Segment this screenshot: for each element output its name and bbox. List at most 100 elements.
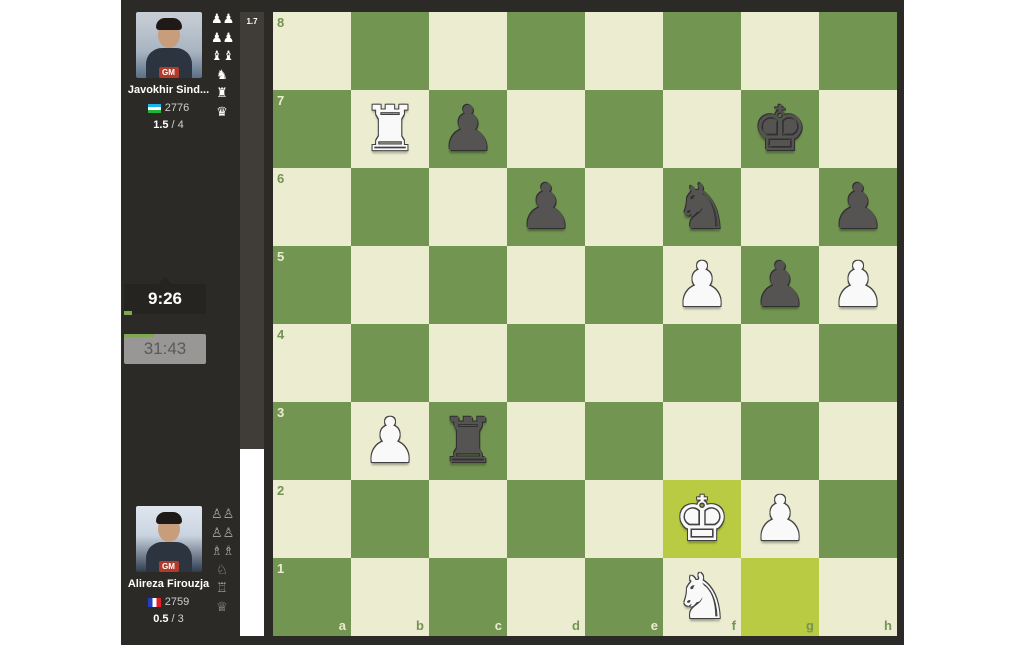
captured-pawns-icon: ♙♙ [211, 506, 235, 521]
top-player-title-badge: GM [158, 67, 179, 78]
black-knight-f6[interactable]: ♞ [663, 168, 741, 246]
square-e4[interactable] [585, 324, 663, 402]
white-pawn-f5[interactable]: ♟ [663, 246, 741, 324]
square-b2[interactable] [351, 480, 429, 558]
square-e7[interactable] [585, 90, 663, 168]
square-f3[interactable] [663, 402, 741, 480]
square-g4[interactable] [741, 324, 819, 402]
bottom-player-card: GM Alireza Firouzja 2759 0.5 / 3 [121, 506, 216, 625]
black-pawn-g5[interactable]: ♟ [741, 246, 819, 324]
square-f4[interactable] [663, 324, 741, 402]
evaluation-bar-white-fill [240, 448, 264, 636]
square-c5[interactable] [429, 246, 507, 324]
square-h3[interactable] [819, 402, 897, 480]
top-player-name[interactable]: Javokhir Sind... [121, 84, 216, 96]
players-sidebar: GM Javokhir Sind... 2776 1.5 / 4 ♟♟ ♟♟ ♝… [121, 0, 237, 645]
black-king-g7[interactable]: ♚ [741, 90, 819, 168]
fr-flag-icon [147, 597, 161, 607]
square-e5[interactable] [585, 246, 663, 324]
square-d8[interactable] [507, 12, 585, 90]
bottom-player-clock: 31:43 [124, 334, 206, 364]
square-a2[interactable]: 2 [273, 480, 351, 558]
black-pawn-d6[interactable]: ♟ [507, 168, 585, 246]
rank-label: 2 [277, 483, 285, 498]
bottom-player-score: 0.5 / 3 [153, 613, 184, 625]
top-player-score: 1.5 / 4 [153, 119, 184, 131]
square-d7[interactable] [507, 90, 585, 168]
evaluation-score: 1.7 [246, 17, 258, 26]
top-player-rating: 2776 [164, 102, 190, 114]
square-a6[interactable]: 6 [273, 168, 351, 246]
square-b5[interactable] [351, 246, 429, 324]
square-a8[interactable]: 8 [273, 12, 351, 90]
black-rook-c3[interactable]: ♜ [429, 402, 507, 480]
square-f8[interactable] [663, 12, 741, 90]
square-a5[interactable]: 5 [273, 246, 351, 324]
top-player-clock: 9:26 [124, 277, 206, 314]
file-label: h [884, 618, 892, 633]
square-a7[interactable]: 7 [273, 90, 351, 168]
square-c1[interactable]: c [429, 558, 507, 636]
square-b1[interactable]: b [351, 558, 429, 636]
square-h8[interactable] [819, 12, 897, 90]
square-c6[interactable] [429, 168, 507, 246]
square-c8[interactable] [429, 12, 507, 90]
captured-rook-icon: ♜ [216, 85, 228, 100]
file-label: d [572, 618, 580, 633]
square-f7[interactable] [663, 90, 741, 168]
captured-pawns-icon: ♟♟ [211, 11, 235, 26]
captured-queen-icon: ♛ [216, 103, 228, 119]
captured-queen-icon: ♕ [216, 598, 228, 614]
top-player-avatar[interactable]: GM [135, 12, 202, 78]
square-g6[interactable] [741, 168, 819, 246]
white-pawn-g2[interactable]: ♟ [741, 480, 819, 558]
square-c4[interactable] [429, 324, 507, 402]
chess-board[interactable]: 8 7 6 5 4 3 2 1 a b c d e f g h ♜ ♟ ♚ ♟ ♞ ♟ ♟ ♟ ♟ ♟ ♜ ♚ ♟ ♞ [273, 12, 897, 636]
captured-knight-icon: ♞ [216, 66, 228, 82]
square-h4[interactable] [819, 324, 897, 402]
square-d1[interactable]: d [507, 558, 585, 636]
square-h1[interactable]: h [819, 558, 897, 636]
square-a1[interactable]: 1a [273, 558, 351, 636]
bottom-player-name[interactable]: Alireza Firouzja [121, 578, 216, 590]
rank-label: 4 [277, 327, 285, 342]
square-d4[interactable] [507, 324, 585, 402]
white-pawn-h5[interactable]: ♟ [819, 246, 897, 324]
white-king-f2[interactable]: ♚ [663, 480, 741, 558]
black-pawn-c7[interactable]: ♟ [429, 90, 507, 168]
black-pawn-h6[interactable]: ♟ [819, 168, 897, 246]
bottom-player-captured-pieces: ♙♙ ♙♙ ♗♗ ♘ ♖ ♕ [211, 505, 235, 616]
captured-pawns-icon: ♟♟ [211, 29, 235, 45]
white-rook-b7[interactable]: ♜ [351, 90, 429, 168]
bottom-player-avatar[interactable]: GM [135, 506, 202, 572]
square-a3[interactable]: 3 [273, 402, 351, 480]
square-e3[interactable] [585, 402, 663, 480]
square-c2[interactable] [429, 480, 507, 558]
square-b6[interactable] [351, 168, 429, 246]
square-a4[interactable]: 4 [273, 324, 351, 402]
bottom-player-rating: 2759 [164, 596, 190, 608]
captured-pawns-icon: ♙♙ [211, 524, 235, 540]
white-knight-f1[interactable]: ♞ [663, 558, 741, 636]
square-g1[interactable]: g [741, 558, 819, 636]
square-e6[interactable] [585, 168, 663, 246]
rank-label: 1 [277, 561, 285, 576]
rank-label: 6 [277, 171, 285, 186]
square-e2[interactable] [585, 480, 663, 558]
square-d5[interactable] [507, 246, 585, 324]
white-pawn-b3[interactable]: ♟ [351, 402, 429, 480]
square-b8[interactable] [351, 12, 429, 90]
file-label: a [338, 618, 346, 633]
square-h7[interactable] [819, 90, 897, 168]
square-e8[interactable] [585, 12, 663, 90]
square-d3[interactable] [507, 402, 585, 480]
square-b4[interactable] [351, 324, 429, 402]
file-label: e [650, 618, 658, 633]
top-player-rating-row: 2776 [121, 102, 216, 114]
square-d2[interactable] [507, 480, 585, 558]
square-e1[interactable]: e [585, 558, 663, 636]
square-h2[interactable] [819, 480, 897, 558]
square-g8[interactable] [741, 12, 819, 90]
rank-label: 5 [277, 249, 285, 264]
square-g3[interactable] [741, 402, 819, 480]
